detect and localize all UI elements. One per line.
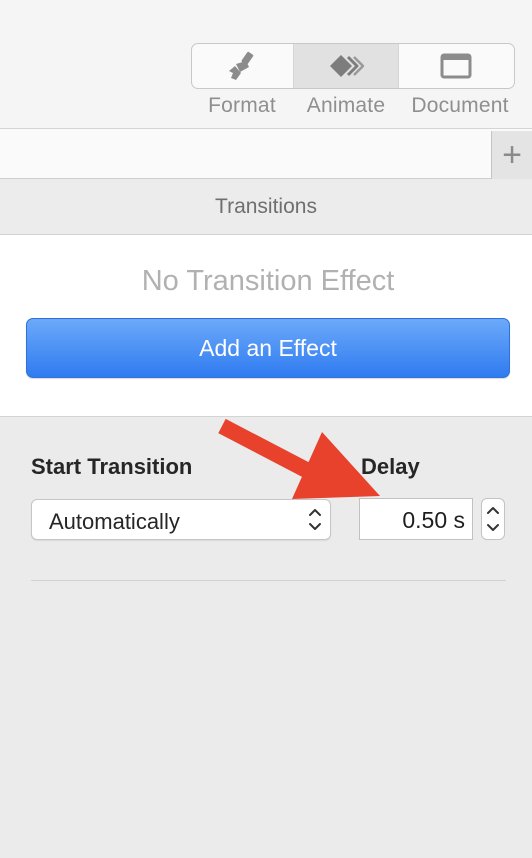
document-label: Document bbox=[411, 94, 509, 117]
add-effect-button[interactable]: Add an Effect bbox=[26, 318, 510, 378]
format-button[interactable] bbox=[192, 44, 295, 88]
start-transition-value: Automatically bbox=[49, 509, 180, 534]
delay-stepper[interactable] bbox=[481, 498, 505, 540]
chevron-up-down-icon bbox=[309, 509, 321, 530]
delay-value: 0.50 s bbox=[402, 507, 465, 533]
delay-label: Delay bbox=[361, 454, 420, 479]
delay-input[interactable]: 0.50 s bbox=[359, 498, 473, 540]
transition-status-text: No Transition Effect bbox=[141, 265, 395, 297]
document-window-icon bbox=[440, 53, 472, 79]
section-divider bbox=[31, 580, 506, 581]
add-tab-button[interactable]: + bbox=[491, 131, 532, 179]
tab-strip bbox=[0, 129, 532, 179]
animate-label: Animate bbox=[306, 94, 386, 117]
format-label: Format bbox=[208, 94, 276, 117]
start-transition-label: Start Transition bbox=[31, 454, 193, 479]
inspector-mode-segmented-control bbox=[191, 43, 515, 89]
start-transition-popup[interactable]: Automatically bbox=[31, 499, 331, 540]
animate-button[interactable] bbox=[294, 44, 399, 88]
document-button[interactable] bbox=[399, 44, 514, 88]
animate-diamond-icon bbox=[330, 55, 365, 77]
paintbrush-icon bbox=[228, 51, 253, 80]
stepper-arrows-icon bbox=[487, 507, 499, 531]
transitions-section-header: Transitions bbox=[0, 180, 532, 235]
